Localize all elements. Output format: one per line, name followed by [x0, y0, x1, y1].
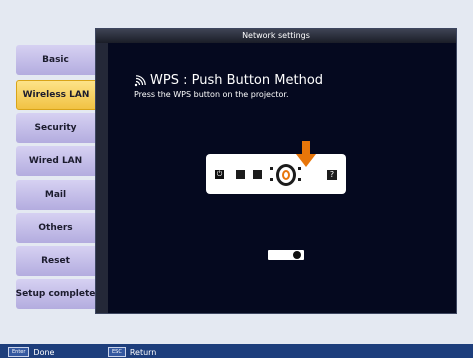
wps-instruction: Press the WPS button on the projector.	[134, 90, 289, 99]
pointer-arrow-icon	[296, 141, 316, 171]
menu-item-basic[interactable]: Basic	[16, 45, 107, 75]
menu-item-label: Basic	[42, 55, 69, 65]
esc-hint: ESC Return	[108, 347, 156, 357]
indicator-dot-icon	[270, 167, 273, 170]
status-toggle	[268, 250, 304, 260]
wps-button-ring-icon	[276, 164, 296, 186]
projector-control-panel-illustration: ⏻ ?	[206, 154, 346, 194]
menu-item-label: Security	[34, 123, 77, 133]
key-hint-bar: Enter Done ESC Return	[0, 344, 473, 358]
menu-item-others[interactable]: Others	[16, 213, 107, 243]
menu-item-label: Mail	[44, 190, 67, 200]
esc-action-label: Return	[129, 347, 157, 357]
enter-hint: Enter Done	[8, 347, 54, 357]
menu-item-label: Wired LAN	[28, 156, 83, 166]
enter-action-label: Done	[33, 347, 55, 357]
panel-side-strip	[96, 43, 108, 313]
menu-item-security[interactable]: Security	[16, 113, 107, 143]
indicator-dot-icon	[270, 178, 273, 181]
menu-item-mail[interactable]: Mail	[16, 180, 107, 210]
menu-item-label: Others	[38, 223, 73, 233]
help-button-icon: ?	[327, 170, 337, 180]
wps-heading-text: WPS : Push Button Method	[150, 73, 324, 88]
enter-key-badge: Enter	[8, 347, 30, 357]
menu-item-label: Wireless LAN	[22, 90, 90, 100]
menu-item-reset[interactable]: Reset	[16, 246, 107, 276]
toggle-knob	[293, 251, 301, 259]
panel-title: Network settings	[96, 29, 456, 43]
menu-item-label: Setup complete	[15, 289, 96, 299]
wps-button-highlight-icon	[282, 170, 290, 180]
menu-item-setup-complete[interactable]: Setup complete	[16, 279, 107, 309]
esc-key-badge: ESC	[108, 347, 126, 357]
wireless-signal-icon	[134, 74, 146, 87]
power-symbol: ⏻	[216, 170, 223, 178]
indicator-dot-icon	[298, 178, 301, 181]
control-button-icon	[236, 170, 245, 179]
network-settings-panel: Network settings WPS : Push Button Metho…	[95, 28, 457, 314]
menu-item-wired-lan[interactable]: Wired LAN	[16, 146, 107, 176]
control-button-icon	[253, 170, 262, 179]
wps-heading: WPS : Push Button Method	[134, 73, 323, 88]
power-button-icon: ⏻	[215, 170, 224, 179]
menu-item-label: Reset	[41, 256, 70, 266]
